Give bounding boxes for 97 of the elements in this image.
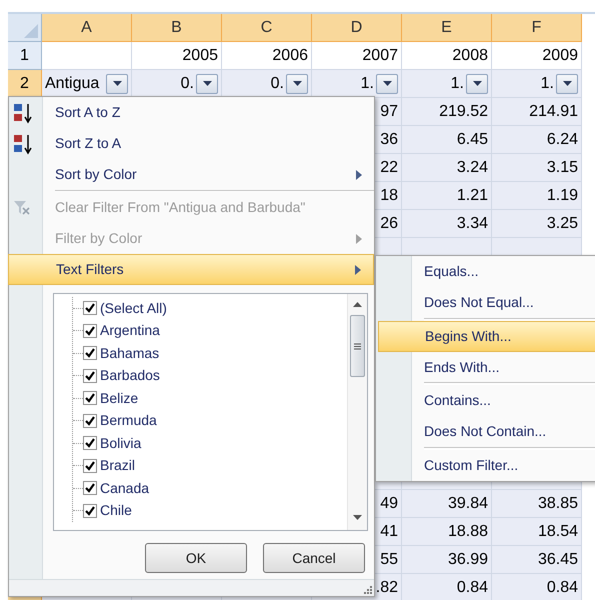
table-cell: 38.85 <box>492 490 582 518</box>
list-item-label[interactable]: Canada <box>100 478 150 499</box>
table-cell: 36.99 <box>402 546 492 574</box>
table-cell-text: 0. <box>180 74 194 94</box>
filter-dropdown-button[interactable] <box>286 74 308 94</box>
list-item-label[interactable]: (Select All) <box>100 298 167 319</box>
table-cell: 3.34 <box>402 210 492 238</box>
check-icon <box>85 416 95 426</box>
menu-item[interactable]: Text Filters <box>8 254 374 285</box>
caret-icon <box>292 81 302 86</box>
table-cell: 0.84 <box>402 574 492 600</box>
list-item-label[interactable]: Chile <box>100 500 132 522</box>
table-cell-text: 0. <box>270 74 284 94</box>
caret-icon <box>202 81 212 86</box>
table-cell: 3.15 <box>492 154 582 182</box>
column-header[interactable]: D <box>312 14 402 42</box>
dialog-button[interactable]: Cancel <box>263 543 365 573</box>
table-cell: 3.24 <box>402 154 492 182</box>
menu-item[interactable]: Custom Filter... <box>412 450 595 481</box>
column-header[interactable]: A <box>42 14 132 42</box>
table-cell: 18.54 <box>492 518 582 546</box>
check-icon <box>85 348 95 358</box>
table-cell: 0.84 <box>492 574 582 600</box>
table-cell-text: 1. <box>360 74 374 94</box>
checkbox[interactable] <box>83 414 97 428</box>
caret-icon <box>112 81 122 86</box>
menu-item[interactable]: Contains... <box>412 385 595 416</box>
table-cell: 3.25 <box>492 210 582 238</box>
checkbox[interactable] <box>83 481 97 496</box>
check-icon <box>85 326 95 336</box>
table-cell: 6.45 <box>402 126 492 154</box>
checkbox[interactable] <box>83 301 97 316</box>
column-header[interactable]: C <box>222 14 312 42</box>
table-cell: 2009 <box>492 42 582 70</box>
checkbox[interactable] <box>83 346 97 360</box>
check-icon <box>85 438 95 448</box>
check-icon <box>85 506 95 516</box>
checkbox[interactable] <box>83 458 97 473</box>
grip-icon <box>354 342 361 350</box>
table-cell: 2007 <box>312 42 402 70</box>
menu-item[interactable]: Does Not Equal... <box>412 286 595 318</box>
check-icon <box>85 460 95 471</box>
corner-triangle-icon <box>24 24 38 38</box>
table-cell: 214.91 <box>492 98 582 126</box>
column-header[interactable]: F <box>492 14 582 42</box>
filter-dropdown-button[interactable] <box>196 74 218 94</box>
table-cell: 2006 <box>222 42 312 70</box>
scroll-up-icon <box>353 302 362 307</box>
menu-item[interactable]: Equals... <box>412 256 595 287</box>
checkbox[interactable] <box>83 436 97 450</box>
scrollbar[interactable] <box>347 294 367 530</box>
check-icon <box>85 393 95 404</box>
table-cell: 18.88 <box>402 518 492 546</box>
table-cell: 1.21 <box>402 182 492 210</box>
table-cell: 2005 <box>132 42 222 70</box>
menu-item[interactable]: Does Not Contain... <box>412 416 595 448</box>
dialog-button[interactable]: OK <box>145 543 247 573</box>
menu-item[interactable]: Begins With... <box>378 320 595 352</box>
scroll-down-icon <box>353 515 362 520</box>
table-cell: 36.45 <box>492 546 582 574</box>
list-item-label[interactable]: Bahamas <box>100 342 160 364</box>
list-item-label[interactable]: Bolivia <box>100 432 142 454</box>
check-icon <box>85 483 95 494</box>
table-cell: 1.19 <box>492 182 582 210</box>
checkbox[interactable] <box>83 324 97 338</box>
column-header[interactable]: B <box>132 14 222 42</box>
table-cell: 39.84 <box>402 490 492 518</box>
filter-dropdown-button[interactable] <box>556 74 578 94</box>
check-icon <box>85 303 95 314</box>
list-item-label[interactable]: Bermuda <box>100 410 157 432</box>
table-cell-text: 1. <box>450 74 464 94</box>
row-header[interactable]: 1 <box>8 42 42 70</box>
table-cell-text: Antigua <box>45 74 100 94</box>
clear-filter-icon <box>13 200 31 216</box>
scroll-thumb[interactable] <box>350 315 365 377</box>
list-item-label[interactable]: Belize <box>100 388 138 409</box>
caret-icon <box>382 81 392 86</box>
filter-dropdown-button[interactable] <box>376 74 398 94</box>
filter-dropdown-button[interactable] <box>106 74 128 94</box>
list-item-label[interactable]: Argentina <box>100 320 160 342</box>
table-cell: 219.52 <box>402 98 492 126</box>
checkbox[interactable] <box>83 504 97 518</box>
caret-icon <box>472 81 482 86</box>
table-cell-text: 1. <box>540 74 554 94</box>
table-cell: 2008 <box>402 42 492 70</box>
checkbox[interactable] <box>83 391 97 406</box>
caret-icon <box>562 81 572 86</box>
checkbox[interactable] <box>83 368 97 383</box>
filter-dropdown-button[interactable] <box>466 74 488 94</box>
menu-item[interactable]: Ends With... <box>412 352 595 382</box>
check-icon <box>85 370 95 381</box>
column-header[interactable]: E <box>402 14 492 42</box>
list-item-label[interactable]: Barbados <box>100 365 160 386</box>
table-cell: 6.24 <box>492 126 582 154</box>
list-item-label[interactable]: Brazil <box>100 455 136 476</box>
row-header[interactable]: 2 <box>8 70 42 98</box>
resize-grip-icon <box>364 586 372 594</box>
